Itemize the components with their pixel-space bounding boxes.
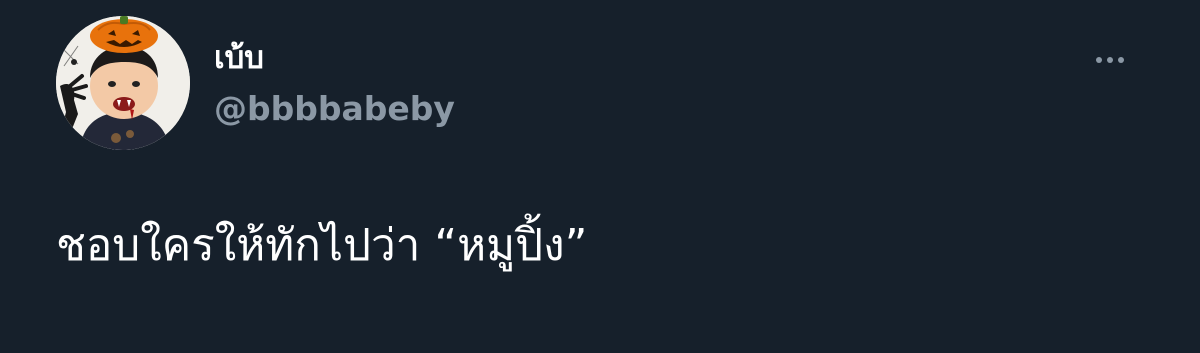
user-handle[interactable]: @bbbbabeby bbox=[214, 88, 455, 130]
tweet-card: เบ้บ @bbbbabeby ชอบใครให้ทักไปว่า “หมูปิ… bbox=[0, 0, 1200, 353]
tweet-text: ชอบใครให้ทักไปว่า “หมูปิ้ง” bbox=[56, 220, 588, 271]
more-options-button[interactable] bbox=[1088, 44, 1132, 76]
avatar[interactable] bbox=[56, 16, 190, 150]
more-horizontal-icon bbox=[1096, 57, 1102, 63]
display-name[interactable]: เบ้บ bbox=[214, 38, 264, 78]
more-horizontal-icon-dot bbox=[1107, 57, 1113, 63]
more-horizontal-icon-dot bbox=[1118, 57, 1124, 63]
avatar-image bbox=[56, 16, 190, 150]
